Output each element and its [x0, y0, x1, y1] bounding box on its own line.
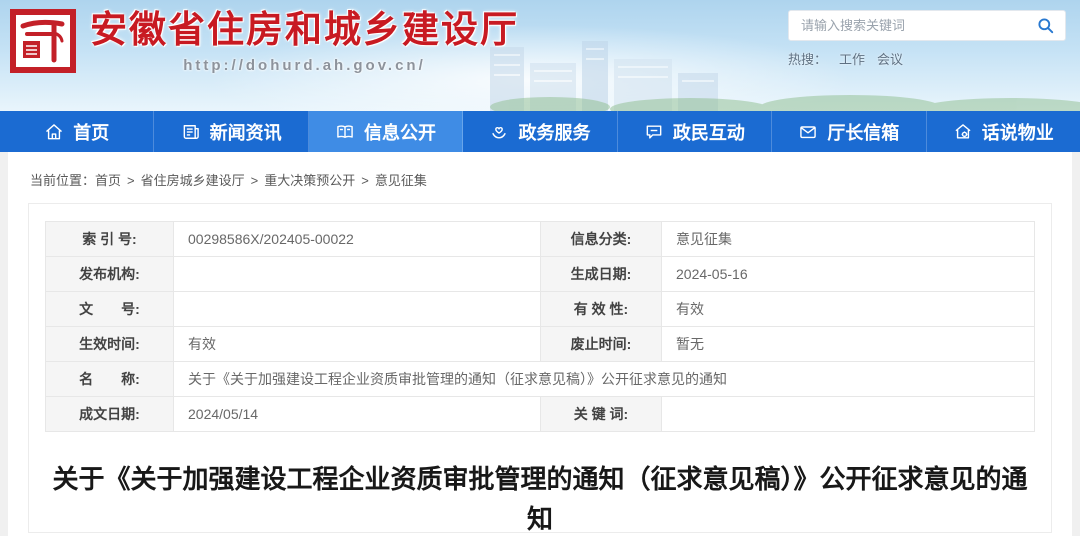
service-heart-hands-icon: [489, 122, 509, 142]
mail-icon: [798, 122, 818, 142]
field-label-info-category: 信息分类:: [541, 222, 662, 257]
breadcrumb-separator: >: [127, 173, 135, 188]
hot-search: 热搜： 工作会议: [788, 49, 1066, 68]
document-panel: 索 引 号: 00298586X/202405-00022 信息分类: 意见征集…: [28, 203, 1052, 533]
breadcrumb: 当前位置：首页 > 省住房城乡建设厅 > 重大决策预公开 > 意见征集: [28, 166, 1052, 203]
news-icon: [181, 122, 201, 142]
field-value-name: 关于《关于加强建设工程企业资质审批管理的通知（征求意见稿）》公开征求意见的通知: [174, 362, 1035, 397]
document-info-table: 索 引 号: 00298586X/202405-00022 信息分类: 意见征集…: [45, 221, 1035, 432]
nav-item-news[interactable]: 新闻资讯: [154, 111, 308, 152]
nav-item-label: 话说物业: [982, 119, 1054, 145]
field-value-written-date: 2024/05/14: [174, 397, 541, 432]
hot-search-label: 热搜：: [788, 52, 827, 67]
main-content: 当前位置：首页 > 省住房城乡建设厅 > 重大决策预公开 > 意见征集 索 引 号: 002…: [8, 152, 1072, 536]
search-input[interactable]: [801, 18, 1034, 33]
nav-item-label: 首页: [73, 119, 109, 145]
field-value-validity: 有效: [662, 292, 1035, 327]
field-label-validity: 有 效 性:: [541, 292, 662, 327]
field-label-issuing-agency: 发布机构:: [46, 257, 174, 292]
field-value-document-number: [174, 292, 541, 327]
article-title: 关于《关于加强建设工程企业资质审批管理的通知（征求意见稿）》公开征求意见的通知: [50, 459, 1030, 536]
nav-item-label: 政民互动: [673, 119, 745, 145]
field-value-repeal-time: 暂无: [662, 327, 1035, 362]
field-label-document-number: 文 号:: [46, 292, 174, 327]
field-label-name: 名 称:: [46, 362, 174, 397]
search-button[interactable]: [1034, 14, 1057, 37]
breadcrumb-prefix: 当前位置：: [30, 173, 95, 188]
department-seal-logo: [10, 9, 76, 73]
field-label-effective-time: 生效时间:: [46, 327, 174, 362]
open-book-icon: [335, 122, 355, 142]
breadcrumb-link-home[interactable]: 首页: [95, 173, 121, 188]
site-title: 安徽省住房和城乡建设厅: [90, 0, 519, 52]
search-box: [788, 10, 1066, 41]
home-icon: [44, 122, 64, 142]
nav-item-info-disclosure[interactable]: 信息公开: [309, 111, 463, 152]
nav-item-public-interaction[interactable]: 政民互动: [618, 111, 772, 152]
field-value-keywords: [662, 397, 1035, 432]
nav-item-label: 信息公开: [364, 119, 436, 145]
field-value-info-category: 意见征集: [662, 222, 1035, 257]
brand-block: 安徽省住房和城乡建设厅 http://dohurd.ah.gov.cn/: [90, 0, 519, 74]
search-icon: [1036, 16, 1055, 35]
field-label-written-date: 成文日期:: [46, 397, 174, 432]
nav-item-label: 厅长信箱: [827, 119, 899, 145]
site-logo-link[interactable]: [10, 9, 76, 78]
field-label-repeal-time: 废止时间:: [541, 327, 662, 362]
nav-item-home[interactable]: 首页: [0, 111, 154, 152]
field-label-index-number: 索 引 号:: [46, 222, 174, 257]
breadcrumb-link-department[interactable]: 省住房城乡建设厅: [141, 173, 245, 188]
field-value-generation-date: 2024-05-16: [662, 257, 1035, 292]
breadcrumb-link-pre-disclosure[interactable]: 重大决策预公开: [264, 173, 355, 188]
breadcrumb-link-opinion-collection[interactable]: 意见征集: [375, 173, 427, 188]
site-header: 安徽省住房和城乡建设厅 http://dohurd.ah.gov.cn/ 热搜：…: [0, 0, 1080, 111]
breadcrumb-separator: >: [251, 173, 259, 188]
field-label-keywords: 关 键 词:: [541, 397, 662, 432]
hot-search-keyword[interactable]: 会议: [877, 52, 903, 67]
nav-item-label: 新闻资讯: [210, 119, 282, 145]
main-nav: 首页 新闻资讯 信息公开 政务服务 政民互动 厅长信箱: [0, 111, 1080, 152]
chat-bubble-icon: [644, 122, 664, 142]
hot-search-keyword[interactable]: 工作: [839, 52, 865, 67]
nav-item-director-mailbox[interactable]: 厅长信箱: [772, 111, 926, 152]
field-label-generation-date: 生成日期:: [541, 257, 662, 292]
breadcrumb-separator: >: [361, 173, 369, 188]
field-value-effective-time: 有效: [174, 327, 541, 362]
nav-item-gov-services[interactable]: 政务服务: [463, 111, 617, 152]
house-gear-icon: [953, 122, 973, 142]
field-value-issuing-agency: [174, 257, 541, 292]
field-value-index-number: 00298586X/202405-00022: [174, 222, 541, 257]
nav-item-label: 政务服务: [518, 119, 590, 145]
site-url: http://dohurd.ah.gov.cn/: [90, 57, 519, 74]
nav-item-property-talk[interactable]: 话说物业: [927, 111, 1080, 152]
